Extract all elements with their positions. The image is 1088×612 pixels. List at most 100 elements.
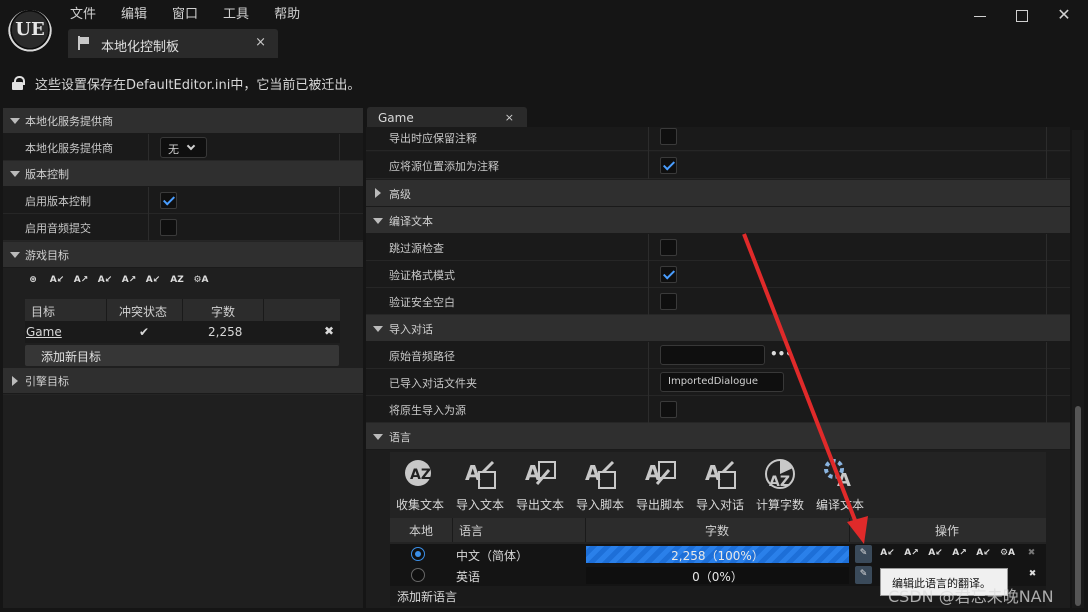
import-native-as-source-checkbox[interactable]: [660, 401, 677, 418]
export-text-icon[interactable]: A↗: [73, 272, 89, 288]
column-divider: [1046, 152, 1047, 179]
provider-dropdown[interactable]: 无: [160, 137, 207, 158]
section-compile-text[interactable]: 编译文本: [366, 207, 1070, 234]
language-table-header: 本地 语言 字数 操作: [390, 518, 1046, 542]
header-language: 语言: [459, 524, 484, 538]
close-window-button[interactable]: ✕: [1054, 6, 1074, 26]
count-words-button[interactable]: AZ 计算字数: [750, 452, 810, 516]
section-version-control[interactable]: 版本控制: [3, 161, 363, 187]
tab-close-button[interactable]: ×: [505, 111, 514, 124]
expand-arrow-icon: [375, 188, 381, 198]
row-validate-format: 验证格式模式: [366, 261, 1070, 288]
imported-dialogue-value: ImportedDialogue: [668, 376, 759, 387]
enable-version-control-checkbox[interactable]: [160, 192, 177, 209]
native-language-radio[interactable]: [411, 547, 425, 561]
import-text-icon[interactable]: A↙: [49, 272, 65, 288]
tab-close-button[interactable]: ×: [255, 35, 266, 50]
edit-translation-icon[interactable]: ✎: [855, 545, 872, 563]
column-divider: [648, 369, 649, 396]
column-divider: [106, 299, 107, 321]
delete-target-icon[interactable]: ✖: [324, 324, 334, 338]
gather-icon[interactable]: ⊛: [25, 272, 41, 288]
gather-text-button[interactable]: AZ 收集文本: [390, 452, 450, 516]
validate-whitespace-checkbox[interactable]: [660, 293, 677, 310]
delete-language-icon[interactable]: ✖: [1024, 566, 1041, 584]
native-language-radio[interactable]: [411, 568, 425, 582]
menu-edit[interactable]: 编辑: [121, 6, 159, 24]
minimize-button[interactable]: [970, 6, 990, 26]
export-text-icon[interactable]: A↗: [903, 545, 920, 563]
imported-dialogue-folder-input[interactable]: ImportedDialogue: [660, 372, 784, 392]
progress-text: 2,258（100%）: [671, 549, 764, 563]
row-skip-source-check: 跳过源检查: [366, 234, 1070, 261]
collapse-arrow-icon: [373, 326, 383, 332]
raw-audio-path-input[interactable]: [660, 345, 765, 365]
validate-format-checkbox[interactable]: [660, 266, 677, 283]
export-script-icon[interactable]: A↗: [121, 272, 137, 288]
column-divider: [148, 187, 149, 214]
import-text-icon[interactable]: A↙: [879, 545, 896, 563]
column-divider: [648, 234, 649, 261]
export-comments-checkbox[interactable]: [660, 128, 677, 145]
section-language[interactable]: 语言: [366, 423, 1070, 450]
import-script-button[interactable]: A 导入脚本: [570, 452, 630, 516]
collapse-arrow-icon: [10, 171, 20, 177]
row-imported-dialogue-folder: 已导入对话文件夹 ImportedDialogue: [366, 369, 1070, 396]
row-label: 导出时应保留注释: [389, 132, 477, 145]
import-script-icon[interactable]: A↙: [97, 272, 113, 288]
skip-source-check-checkbox[interactable]: [660, 239, 677, 256]
flag-icon: [77, 36, 91, 50]
menu-help[interactable]: 帮助: [274, 6, 312, 24]
import-text-button[interactable]: A 导入文本: [450, 452, 510, 516]
delete-language-icon[interactable]: ✖: [1023, 545, 1040, 563]
import-script-icon[interactable]: A↙: [927, 545, 944, 563]
export-text-button[interactable]: A 导出文本: [510, 452, 570, 516]
add-source-location-checkbox[interactable]: [660, 157, 677, 174]
tool-label: 收集文本: [395, 498, 444, 512]
collapse-arrow-icon: [373, 434, 383, 440]
column-divider: [1046, 288, 1047, 315]
column-divider: [648, 342, 649, 369]
tab-label: 本地化控制板: [101, 40, 180, 55]
section-provider[interactable]: 本地化服务提供商: [3, 108, 363, 134]
column-divider: [339, 187, 340, 214]
browse-button[interactable]: •••: [770, 347, 793, 361]
unlock-icon: [12, 76, 25, 90]
import-dialogue-icon[interactable]: A↙: [145, 272, 161, 288]
vertical-scrollbar[interactable]: [1072, 130, 1084, 608]
edit-translation-icon[interactable]: ✎: [855, 566, 872, 584]
menu-file[interactable]: 文件: [70, 6, 108, 24]
table-row[interactable]: Game ✔ 2,258 ✖: [25, 321, 340, 343]
column-divider: [339, 134, 340, 161]
import-dialogue-icon[interactable]: A↙: [975, 545, 992, 563]
export-script-button[interactable]: A 导出脚本: [630, 452, 690, 516]
section-import-dialogue[interactable]: 导入对话: [366, 315, 1070, 342]
compile-text-button[interactable]: A 编译文本: [810, 452, 870, 516]
export-script-icon[interactable]: A↗: [951, 545, 968, 563]
enable-audio-submit-checkbox[interactable]: [160, 219, 177, 236]
gather-text-icon: AZ: [405, 460, 431, 486]
section-label: 引擎目标: [25, 375, 69, 388]
provider-value: 无: [168, 143, 179, 156]
count-words-icon[interactable]: AZ: [169, 272, 185, 288]
section-game-targets[interactable]: 游戏目标: [3, 242, 363, 268]
row-import-native-as-source: 将原生导入为源: [366, 396, 1070, 423]
collapse-arrow-icon: [10, 252, 20, 258]
row-add-source-location: 应将源位置添加为注释: [366, 152, 1070, 179]
compile-text-icon[interactable]: ⚙A: [193, 272, 209, 288]
compile-text-icon[interactable]: ⚙A: [999, 545, 1016, 563]
target-name-link[interactable]: Game: [26, 325, 62, 339]
menu-tools[interactable]: 工具: [223, 6, 261, 24]
unreal-logo-icon[interactable]: UE: [8, 10, 52, 54]
section-label: 导入对话: [389, 323, 433, 336]
maximize-button[interactable]: [1012, 6, 1032, 26]
scrollbar-thumb[interactable]: [1075, 406, 1081, 606]
menu-window[interactable]: 窗口: [172, 6, 210, 24]
tab-localization-dashboard[interactable]: 本地化控制板 ×: [68, 29, 278, 58]
header-words: 字数: [211, 305, 236, 319]
section-engine-targets[interactable]: 引擎目标: [3, 368, 363, 394]
language-row[interactable]: 中文（简体） 2,258（100%） ✎ A↙ A↗ A↙ A↗ A↙ ⚙A ✖: [390, 544, 1046, 565]
import-dialogue-button[interactable]: A 导入对话: [690, 452, 750, 516]
add-target-button[interactable]: 添加新目标: [25, 345, 339, 366]
section-advanced[interactable]: 高级: [366, 180, 1070, 207]
